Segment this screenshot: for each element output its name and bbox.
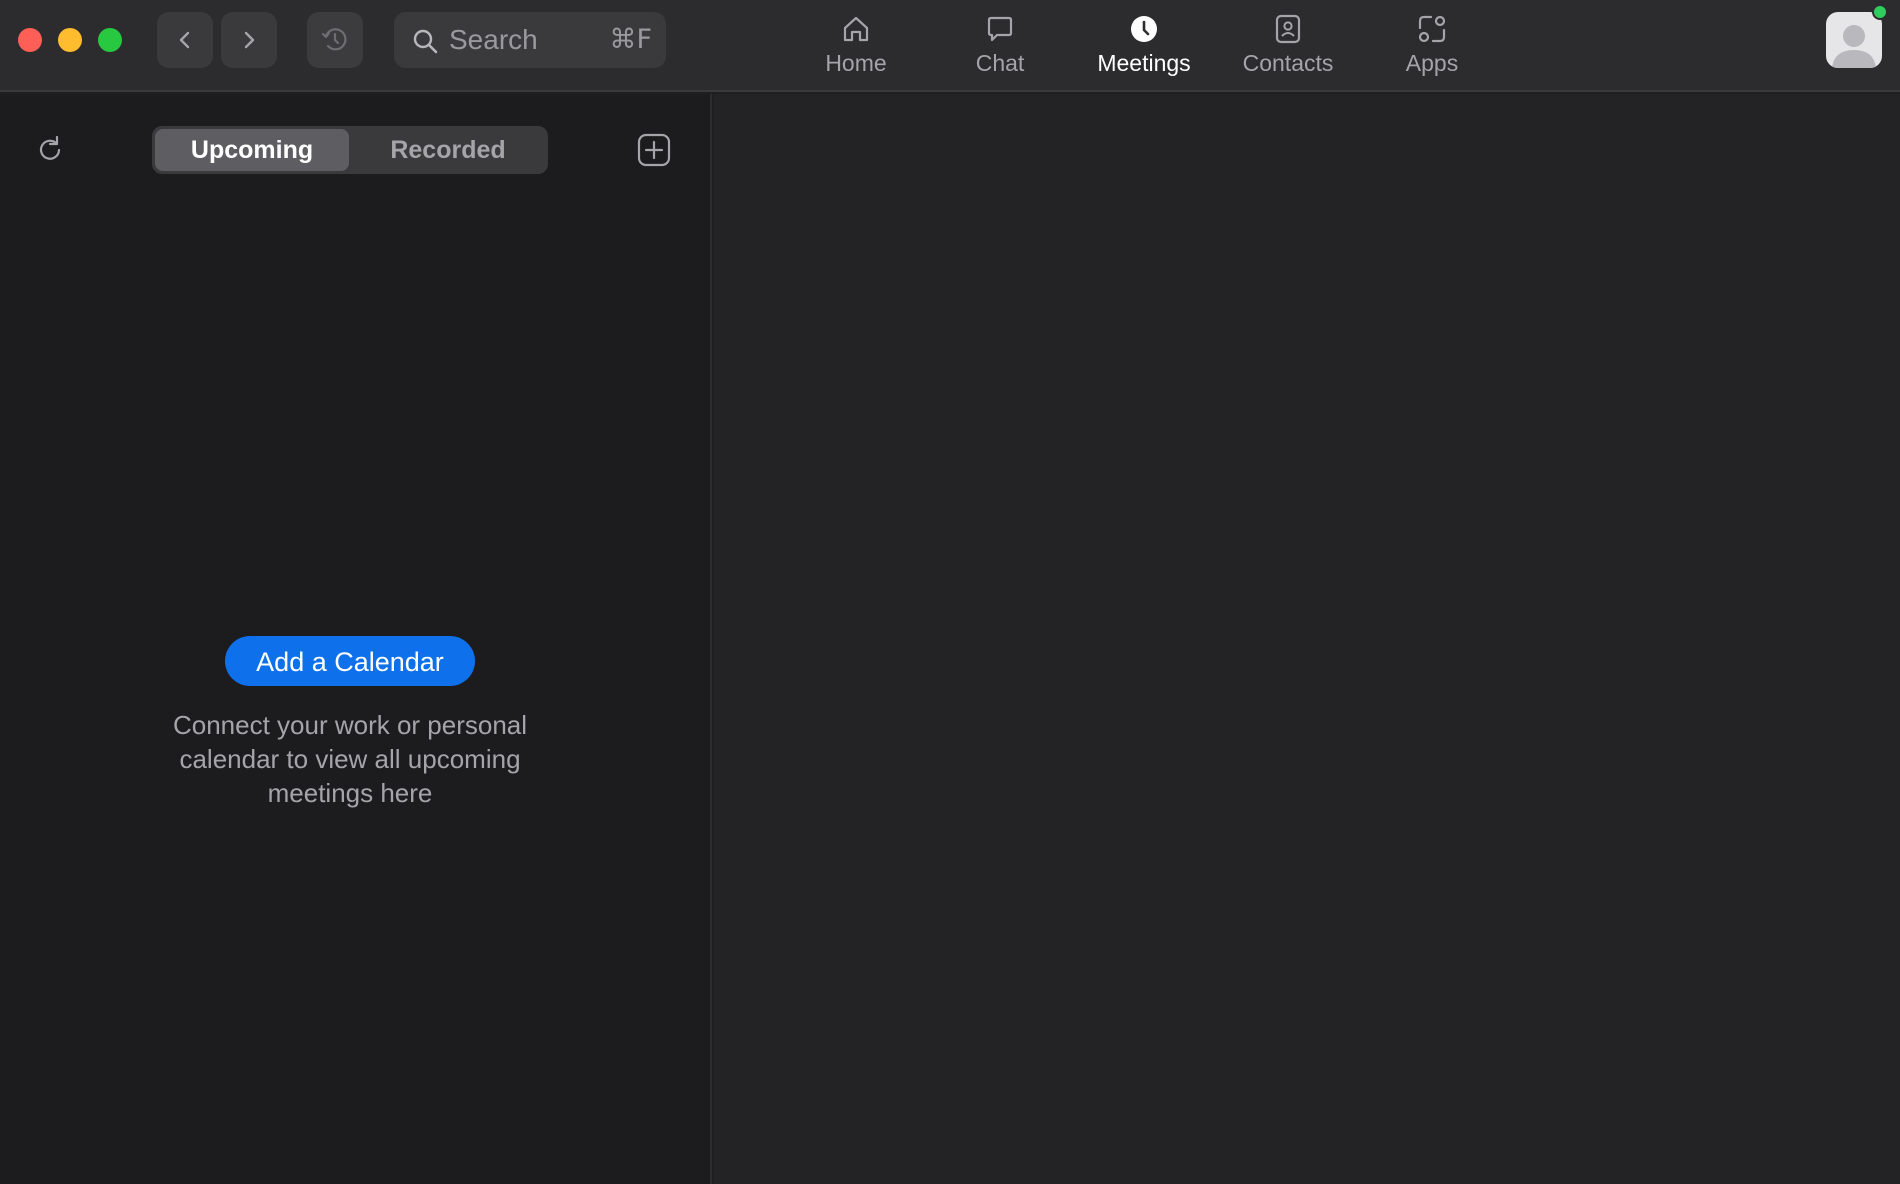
clock-icon (1127, 12, 1161, 46)
back-button[interactable] (157, 12, 213, 68)
history-button[interactable] (307, 12, 363, 68)
window-minimize-button[interactable] (58, 28, 82, 52)
helper-line: meetings here (267, 778, 433, 808)
search-placeholder: Search (449, 24, 538, 55)
contact-card-icon (1271, 12, 1305, 46)
chevron-right-icon (244, 31, 255, 49)
tab-meetings[interactable]: Meetings (1074, 6, 1214, 82)
tab-home[interactable]: Home (786, 6, 926, 82)
tab-label: Apps (1405, 50, 1459, 76)
meetings-segmented-control: Upcoming Recorded (152, 126, 548, 174)
segment-upcoming[interactable]: Upcoming (155, 129, 349, 171)
forward-button[interactable] (221, 12, 277, 68)
history-clock-icon (321, 28, 347, 51)
apps-icon (1415, 12, 1449, 46)
search-bar[interactable]: Search ⌘F (394, 12, 666, 68)
search-icon (413, 29, 438, 54)
tab-label: Meetings (1097, 50, 1191, 76)
plus-square-icon (637, 133, 671, 167)
person-avatar-icon (1832, 25, 1876, 68)
tab-apps[interactable]: Apps (1362, 6, 1502, 82)
segment-recorded[interactable]: Recorded (352, 129, 544, 171)
tab-contacts[interactable]: Contacts (1218, 6, 1358, 82)
tab-chat[interactable]: Chat (930, 6, 1070, 82)
add-calendar-button[interactable]: Add a Calendar (225, 636, 475, 686)
tab-label: Contacts (1242, 50, 1334, 76)
new-meeting-button[interactable] (636, 132, 672, 168)
home-icon (839, 12, 873, 46)
tab-label: Home (825, 50, 887, 76)
chevron-left-icon (179, 31, 190, 49)
refresh-button[interactable] (32, 132, 68, 168)
chat-bubble-icon (983, 12, 1017, 46)
presence-status-dot (1872, 4, 1888, 20)
helper-line: calendar to view all upcoming (179, 744, 521, 774)
helper-line: Connect your work or personal (172, 710, 528, 740)
refresh-icon (39, 135, 61, 160)
title-bar: Search ⌘F Home Chat Meetings Contacts Ap… (0, 0, 1900, 92)
search-shortcut-hint: ⌘F (609, 24, 652, 55)
tab-label: Chat (975, 50, 1025, 76)
window-maximize-button[interactable] (98, 28, 122, 52)
window-close-button[interactable] (18, 28, 42, 52)
profile-avatar[interactable] (1826, 12, 1882, 68)
meeting-detail-panel (714, 94, 1900, 1184)
calendar-helper-text: Connect your work or personal calendar t… (120, 708, 580, 810)
meetings-list-panel: Upcoming Recorded Add a Calendar Connect… (0, 94, 712, 1184)
